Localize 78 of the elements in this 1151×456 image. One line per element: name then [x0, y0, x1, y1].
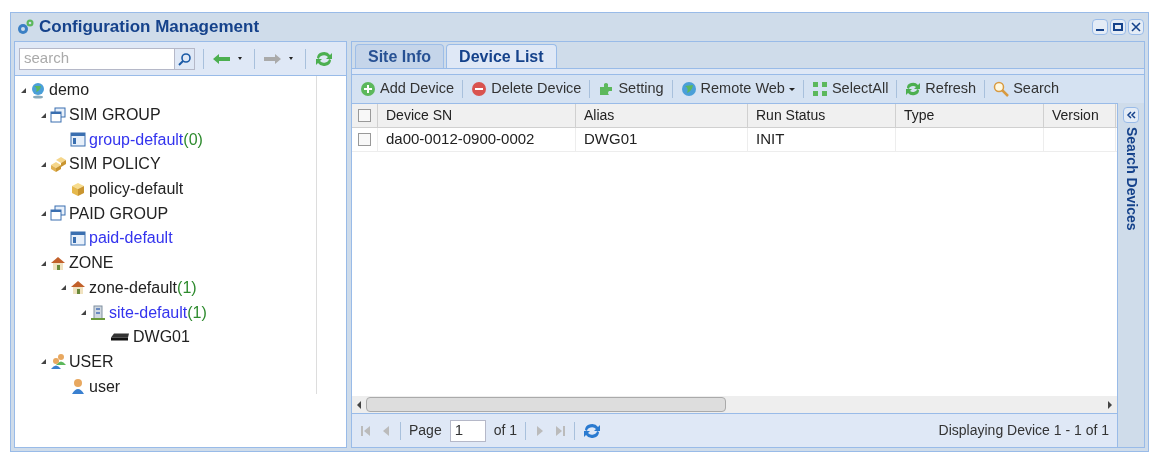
windows-icon: [50, 106, 66, 124]
expanded-icon[interactable]: [80, 309, 87, 317]
globe-icon: [30, 81, 46, 99]
add-icon: [360, 81, 376, 97]
expanded-icon[interactable]: [40, 259, 47, 267]
expanded-icon[interactable]: [60, 284, 67, 292]
gears-icon: [15, 18, 35, 36]
toolbar-button[interactable]: SelectAll: [807, 77, 893, 101]
building-icon: [90, 304, 106, 322]
expanded-icon[interactable]: [40, 210, 47, 218]
tree-item[interactable]: SIM GROUP: [69, 103, 161, 128]
panel-title[interactable]: Search Devices: [1120, 127, 1142, 231]
search-icon: [993, 81, 1010, 97]
tree-item[interactable]: demo: [49, 78, 90, 103]
expanded-icon[interactable]: [40, 111, 47, 119]
user-icon: [70, 378, 86, 396]
page-field[interactable]: 1: [449, 419, 486, 442]
page-count: of 1: [493, 421, 518, 440]
column-header[interactable]: Type: [904, 105, 935, 126]
tree-item[interactable]: DWG01: [133, 325, 190, 350]
column-header[interactable]: Run Status: [756, 105, 826, 126]
refresh-icon: [905, 81, 922, 97]
table-cell-text: DWG01: [584, 129, 638, 150]
refresh-icon[interactable]: [583, 421, 602, 440]
house-icon: [70, 279, 86, 297]
device-icon: [110, 333, 130, 342]
expand-button[interactable]: [1123, 107, 1139, 123]
search-button[interactable]: [175, 47, 195, 70]
checkbox[interactable]: [358, 133, 371, 146]
double-chevron-icon: [1126, 111, 1136, 119]
window-icon: [70, 131, 86, 149]
horizontal-scrollbar[interactable]: [352, 396, 1117, 413]
window-icon: [70, 229, 86, 247]
tree-item[interactable]: PAID GROUP: [69, 201, 169, 226]
page-label: Page: [409, 421, 442, 440]
tab[interactable]: Device List: [446, 44, 557, 68]
minimize-button[interactable]: [1092, 19, 1108, 35]
tree-item[interactable]: policy-default: [89, 177, 184, 202]
checkbox[interactable]: [358, 109, 371, 122]
table-cell-text: da00-0012-0900-0002: [386, 129, 535, 150]
search-field[interactable]: search: [19, 47, 175, 70]
expanded-icon[interactable]: [40, 358, 47, 366]
close-button[interactable]: [1128, 19, 1144, 35]
users-icon: [50, 353, 66, 371]
puzzle-icon: [598, 81, 615, 97]
expanded-icon[interactable]: [40, 160, 47, 168]
tree-item[interactable]: group-default(0): [89, 127, 203, 152]
box-icon: [70, 180, 86, 198]
tree-item[interactable]: zone-default(1): [89, 275, 197, 300]
tree-item[interactable]: SIM POLICY: [69, 152, 161, 177]
toolbar-button[interactable]: Search: [989, 77, 1064, 101]
windows-icon: [50, 205, 66, 223]
house-icon: [50, 254, 66, 272]
tree-item[interactable]: ZONE: [69, 251, 114, 276]
grid-icon: [811, 81, 828, 97]
minus-icon: [471, 81, 488, 97]
toolbar-button[interactable]: Refresh: [901, 77, 981, 101]
tree-item[interactable]: user: [89, 374, 121, 399]
tree-item[interactable]: paid-default: [89, 226, 173, 251]
toolbar-button[interactable]: Setting: [594, 77, 668, 101]
tree-item[interactable]: USER: [69, 349, 114, 374]
expanded-icon[interactable]: [20, 86, 27, 94]
scroll-left-icon[interactable]: [356, 400, 362, 409]
column-header[interactable]: Alias: [584, 105, 615, 126]
tab[interactable]: Site Info: [355, 44, 445, 68]
window-title: Configuration Management: [39, 16, 260, 39]
globe-icon: [680, 81, 697, 97]
scroll-right-icon[interactable]: [1107, 400, 1113, 409]
tree-item[interactable]: site-default(1): [109, 300, 207, 325]
toolbar-button[interactable]: Remote Web: [676, 77, 799, 101]
maximize-button[interactable]: [1110, 19, 1126, 35]
toolbar-button[interactable]: Add Device: [356, 77, 459, 101]
column-header[interactable]: Version: [1052, 105, 1099, 126]
toolbar-button[interactable]: Delete Device: [467, 77, 586, 101]
table-cell-text: INIT: [756, 129, 785, 150]
boxes-icon: [50, 155, 66, 173]
column-header[interactable]: Device SN: [386, 105, 453, 126]
paging-status: Displaying Device 1 - 1 of 1: [938, 421, 1109, 440]
